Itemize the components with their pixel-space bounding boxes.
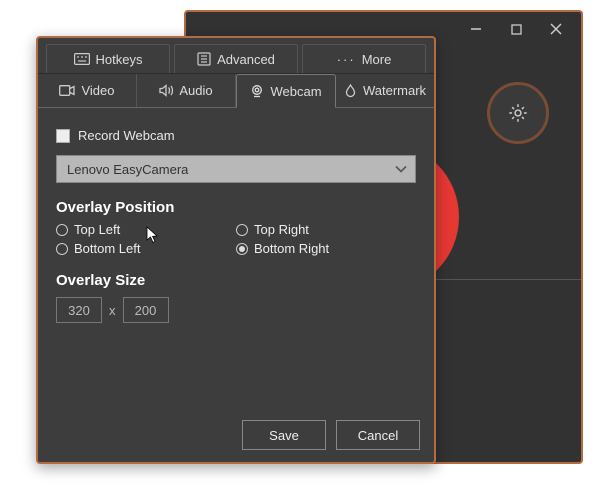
radio-label: Bottom Left <box>74 241 140 256</box>
radio-icon <box>236 224 248 236</box>
size-separator: x <box>109 303 116 318</box>
tab-label: Video <box>81 83 114 98</box>
radio-label: Top Right <box>254 222 309 237</box>
radio-icon <box>236 243 248 255</box>
radio-bottom-left[interactable]: Bottom Left <box>56 241 236 256</box>
tab-video[interactable]: Video <box>38 74 137 107</box>
settings-dialog: Hotkeys Advanced ··· More Video Audio <box>36 36 436 464</box>
dialog-button-row: Save Cancel <box>242 420 420 450</box>
more-dots-icon: ··· <box>337 52 356 67</box>
webcam-icon <box>250 84 264 98</box>
keyboard-icon <box>74 53 90 65</box>
overlay-size-row: 320 x 200 <box>56 297 416 323</box>
record-webcam-checkbox[interactable] <box>56 129 70 143</box>
overlay-position-title: Overlay Position <box>56 199 416 216</box>
record-webcam-label: Record Webcam <box>78 128 175 143</box>
webcam-device-dropdown[interactable]: Lenovo EasyCamera <box>56 155 416 183</box>
cancel-button[interactable]: Cancel <box>336 420 420 450</box>
watermark-icon <box>344 84 357 98</box>
radio-icon <box>56 243 68 255</box>
tab-webcam[interactable]: Webcam <box>236 74 336 108</box>
overlay-position-group: Top Left Top Right Bottom Left Bottom Ri… <box>56 222 416 256</box>
dropdown-selected-value: Lenovo EasyCamera <box>67 162 188 177</box>
record-webcam-row[interactable]: Record Webcam <box>56 128 416 143</box>
tab-more[interactable]: ··· More <box>302 44 426 73</box>
radio-label: Bottom Right <box>254 241 329 256</box>
tab-hotkeys[interactable]: Hotkeys <box>46 44 170 73</box>
audio-icon <box>159 84 173 97</box>
tab-label: Watermark <box>363 83 426 98</box>
tab-label: More <box>362 52 392 67</box>
settings-content: Record Webcam Lenovo EasyCamera Overlay … <box>38 108 434 337</box>
tab-label: Hotkeys <box>96 52 143 67</box>
tab-label: Webcam <box>270 84 321 99</box>
video-icon <box>59 85 75 96</box>
chevron-down-icon <box>395 165 407 173</box>
minimize-button[interactable] <box>457 15 495 43</box>
tab-audio[interactable]: Audio <box>137 74 236 107</box>
tab-advanced[interactable]: Advanced <box>174 44 298 73</box>
sliders-icon <box>197 52 211 66</box>
sub-tab-row: Video Audio Webcam Watermark <box>38 74 434 108</box>
tab-watermark[interactable]: Watermark <box>336 74 434 107</box>
gear-icon <box>507 102 529 124</box>
radio-icon <box>56 224 68 236</box>
radio-top-left[interactable]: Top Left <box>56 222 236 237</box>
maximize-button[interactable] <box>497 15 535 43</box>
settings-ring-button[interactable] <box>487 82 549 144</box>
top-tab-row: Hotkeys Advanced ··· More <box>38 38 434 74</box>
tab-label: Advanced <box>217 52 275 67</box>
overlay-height-input[interactable]: 200 <box>123 297 169 323</box>
save-button[interactable]: Save <box>242 420 326 450</box>
close-button[interactable] <box>537 15 575 43</box>
radio-label: Top Left <box>74 222 120 237</box>
tab-label: Audio <box>179 83 212 98</box>
overlay-width-input[interactable]: 320 <box>56 297 102 323</box>
radio-top-right[interactable]: Top Right <box>236 222 416 237</box>
overlay-size-title: Overlay Size <box>56 272 416 289</box>
radio-bottom-right[interactable]: Bottom Right <box>236 241 416 256</box>
